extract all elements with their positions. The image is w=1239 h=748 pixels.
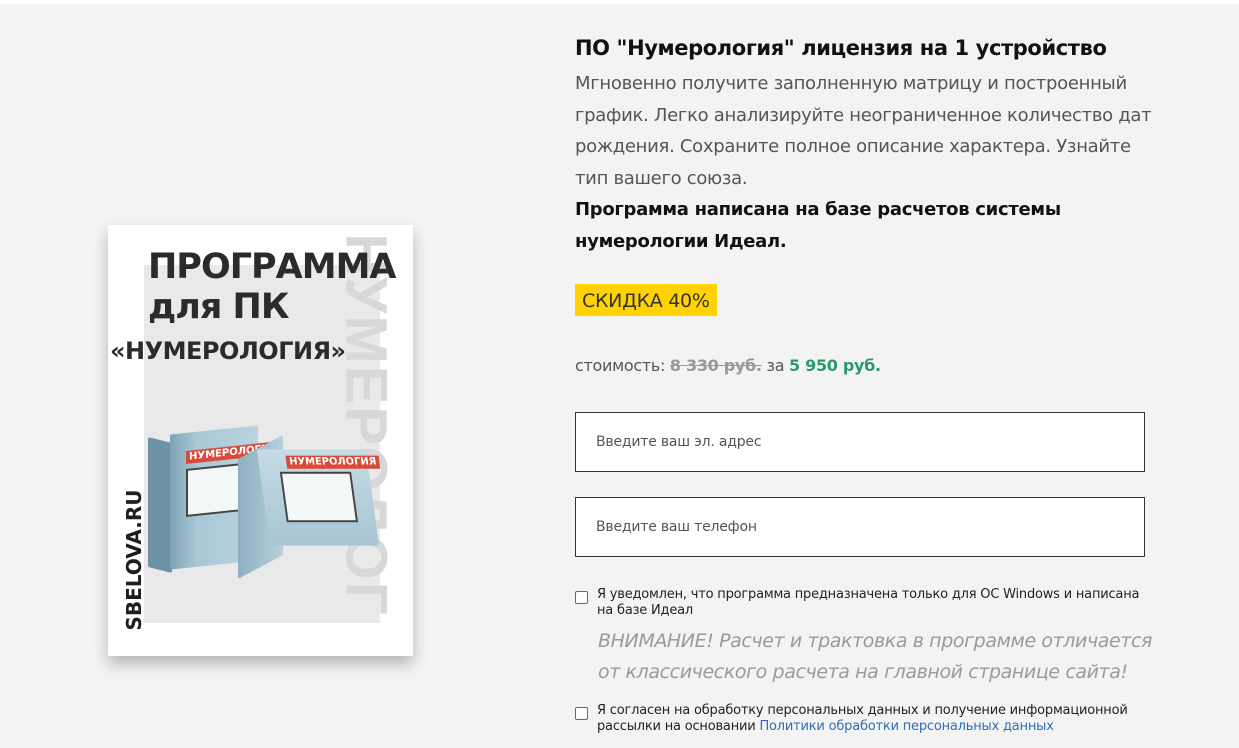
discount-badge: СКИДКА 40% — [575, 284, 717, 316]
box-label: НУМЕРОЛОГИЯ — [285, 455, 381, 469]
privacy-policy-link[interactable]: Политики обработки персональных данных — [759, 719, 1053, 734]
calculation-warning: ВНИМАНИЕ! Расчет и трактовка в программе… — [598, 630, 1153, 683]
image-title-line1: ПРОГРАММА — [148, 247, 396, 287]
product-image: НУМЕРОЛОГ ПРОГРАММА для ПК «НУМЕРОЛОГИЯ»… — [108, 225, 413, 656]
product-title: ПО "Нумерология" лицензия на 1 устройств… — [575, 36, 1107, 60]
price-line: стоимость: 8 330 руб. за 5 950 руб. — [575, 356, 881, 375]
image-title-line2: для ПК — [148, 287, 289, 327]
price-label: стоимость: — [575, 356, 666, 375]
price-joiner: за — [766, 356, 785, 375]
image-subtitle: «НУМЕРОЛОГИЯ» — [110, 337, 346, 365]
email-field[interactable]: Введите ваш эл. адрес — [575, 412, 1145, 472]
product-page: НУМЕРОЛОГ ПРОГРАММА для ПК «НУМЕРОЛОГИЯ»… — [0, 0, 1239, 748]
image-site-name: SBELOVA.RU — [122, 489, 146, 631]
product-description: Мгновенно получите заполненную матрицу и… — [575, 73, 1152, 189]
consent-checkbox[interactable] — [575, 707, 588, 720]
new-price: 5 950 руб. — [789, 356, 881, 375]
top-strip — [0, 0, 1239, 4]
old-price: 8 330 руб. — [669, 356, 762, 375]
software-box-back-side — [148, 437, 172, 573]
windows-notice-checkbox[interactable] — [575, 591, 588, 604]
windows-notice-label: Я уведомлен, что программа предназначена… — [597, 587, 1140, 618]
software-box-front: НУМЕРОЛОГИЯ — [256, 449, 381, 546]
product-info: ПО "Нумерология" лицензия на 1 устройств… — [575, 30, 1155, 257]
phone-field[interactable]: Введите ваш телефон — [575, 497, 1145, 557]
box-screen-illustration — [279, 471, 359, 523]
phone-placeholder: Введите ваш телефон — [596, 519, 757, 535]
email-placeholder: Введите ваш эл. адрес — [596, 434, 762, 450]
image-title: ПРОГРАММА для ПК — [148, 247, 408, 327]
product-description-bold: Программа написана на базе расчетов сист… — [575, 199, 1061, 252]
consent-label: Я согласен на обработку персональных дан… — [597, 703, 1157, 735]
